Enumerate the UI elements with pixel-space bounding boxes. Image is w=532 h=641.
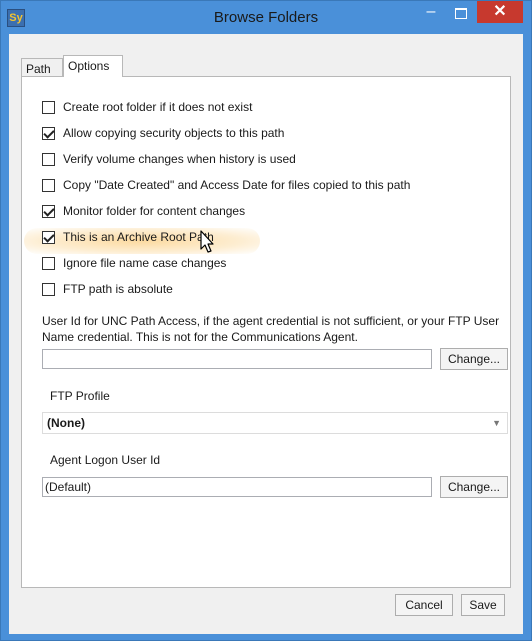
- option-label: Verify volume changes when history is us…: [63, 152, 296, 166]
- option-label: Allow copying security objects to this p…: [63, 126, 285, 140]
- title-bar[interactable]: Sy Browse Folders – ✕: [1, 1, 531, 34]
- option-ignore-case[interactable]: Ignore file name case changes: [42, 253, 226, 273]
- unc-change-button[interactable]: Change...: [440, 348, 508, 370]
- maximize-button[interactable]: [447, 4, 475, 24]
- ftp-profile-value: (None): [47, 416, 85, 430]
- checkbox[interactable]: [42, 282, 55, 296]
- agent-logon-change-button[interactable]: Change...: [440, 476, 508, 498]
- checkbox[interactable]: [42, 100, 55, 114]
- option-label: This is an Archive Root Path: [63, 230, 214, 244]
- options-panel: Create root folder if it does not exist …: [21, 76, 511, 588]
- option-label: Copy "Date Created" and Access Date for …: [63, 178, 411, 192]
- option-label: FTP path is absolute: [63, 282, 173, 296]
- ftp-profile-label: FTP Profile: [50, 389, 110, 403]
- close-button[interactable]: ✕: [477, 1, 523, 23]
- tab-options[interactable]: Options: [63, 55, 123, 77]
- save-button[interactable]: Save: [461, 594, 505, 616]
- option-archive-root[interactable]: This is an Archive Root Path: [42, 227, 214, 247]
- checkbox[interactable]: [42, 230, 55, 244]
- option-allow-security[interactable]: Allow copying security objects to this p…: [42, 123, 284, 143]
- option-create-root[interactable]: Create root folder if it does not exist: [42, 97, 252, 117]
- checkbox[interactable]: [42, 152, 55, 166]
- option-monitor-folder[interactable]: Monitor folder for content changes: [42, 201, 245, 221]
- option-label: Ignore file name case changes: [63, 256, 227, 270]
- option-label: Monitor folder for content changes: [63, 204, 246, 218]
- tab-path[interactable]: Path: [21, 58, 63, 76]
- chevron-down-icon: ▼: [492, 418, 501, 428]
- checkbox[interactable]: [42, 178, 55, 192]
- agent-logon-label: Agent Logon User Id: [50, 453, 161, 467]
- browse-folders-window: Sy Browse Folders – ✕ Path Options Creat…: [0, 0, 532, 641]
- option-copy-dates[interactable]: Copy "Date Created" and Access Date for …: [42, 175, 410, 195]
- maximize-icon: [455, 8, 467, 19]
- option-verify-volume[interactable]: Verify volume changes when history is us…: [42, 149, 296, 169]
- option-label: Create root folder if it does not exist: [63, 100, 253, 114]
- option-ftp-absolute[interactable]: FTP path is absolute: [42, 279, 173, 299]
- checkbox[interactable]: [42, 204, 55, 218]
- unc-user-input[interactable]: [42, 349, 432, 369]
- dialog-client: Path Options Create root folder if it do…: [9, 34, 523, 634]
- checkbox[interactable]: [42, 256, 55, 270]
- close-icon: ✕: [493, 3, 507, 20]
- agent-logon-input[interactable]: (Default): [42, 477, 432, 497]
- unc-user-label: User Id for UNC Path Access, if the agen…: [42, 314, 500, 344]
- cancel-button[interactable]: Cancel: [395, 594, 453, 616]
- mouse-cursor-icon: [200, 230, 214, 253]
- minimize-button[interactable]: –: [417, 4, 445, 24]
- checkbox[interactable]: [42, 126, 55, 140]
- ftp-profile-select[interactable]: (None) ▼: [42, 412, 508, 434]
